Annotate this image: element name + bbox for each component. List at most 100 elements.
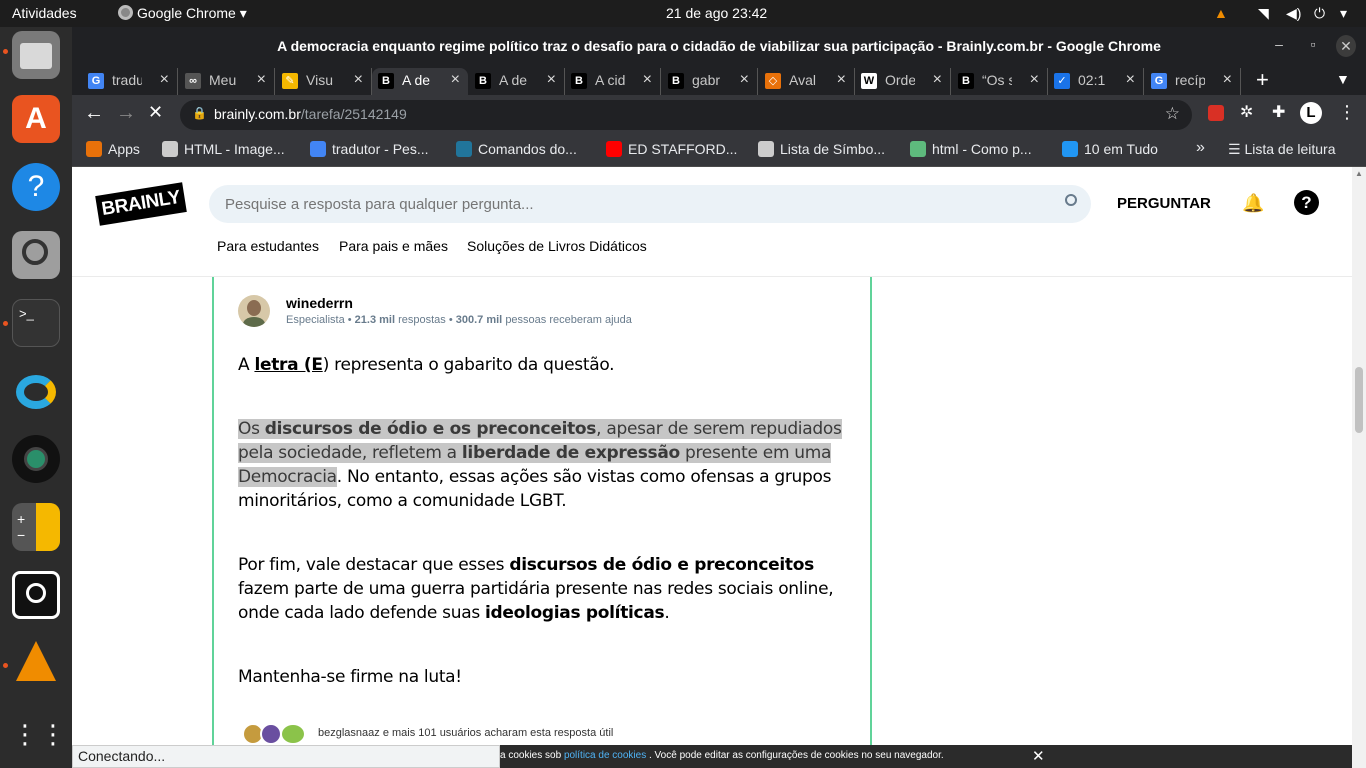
files-icon[interactable] <box>12 31 60 79</box>
power-icon[interactable]: ⏻ <box>1314 5 1325 22</box>
minimize-button[interactable]: – <box>1269 36 1289 52</box>
bookmark-item[interactable]: tradutor - Pes... <box>310 141 428 157</box>
helpful-count-text: bezglasnaaz e mais 101 usuários acharam … <box>318 727 614 739</box>
maximize-button[interactable]: ▫ <box>1303 36 1323 52</box>
nav-students[interactable]: Para estudantes <box>217 238 319 254</box>
tab[interactable]: Bgabr × <box>662 68 758 95</box>
tab[interactable]: ∞ Meu × <box>179 68 275 95</box>
answers-count: 21.3 mil <box>354 314 396 326</box>
page-scrollbar[interactable]: ▲ <box>1352 167 1366 768</box>
extension-gear-icon[interactable]: ✲ <box>1240 102 1253 122</box>
tab[interactable]: B A cid × <box>565 68 661 95</box>
tab[interactable]: B A de × <box>469 68 565 95</box>
bookmark-star-icon[interactable]: ☆ <box>1165 104 1180 124</box>
cookie-policy-link[interactable]: política de cookies <box>564 750 646 761</box>
tab-close-icon[interactable]: × <box>257 71 266 89</box>
help-circle-icon[interactable]: ? <box>1294 190 1319 215</box>
bookmark-item[interactable]: HTML - Image... <box>162 141 285 157</box>
new-tab-button[interactable]: + <box>1256 67 1269 93</box>
notification-bell-icon[interactable]: 🔔 <box>1242 193 1264 214</box>
extensions-puzzle-icon[interactable]: ✚ <box>1272 102 1285 122</box>
ask-question-button[interactable]: PERGUNTAR <box>1117 195 1211 212</box>
bookmark-item[interactable]: ED STAFFORD... <box>606 141 737 157</box>
activities-button[interactable]: Atividades <box>12 5 77 21</box>
search-input[interactable] <box>225 193 1045 215</box>
bookmark-label: 10 em Tudo <box>1084 141 1158 157</box>
user-avatar <box>280 723 306 745</box>
tab[interactable]: ◇ Aval × <box>759 68 855 95</box>
network-icon[interactable]: ◥ <box>1258 5 1269 22</box>
tab-close-icon[interactable]: × <box>933 71 942 89</box>
nav-textbook-solutions[interactable]: Soluções de Livros Didáticos <box>467 238 647 254</box>
tab-close-icon[interactable]: × <box>160 71 169 89</box>
calculator-icon[interactable]: + − <box>12 503 60 551</box>
tab[interactable]: ✓ 02:1 × <box>1048 68 1144 95</box>
webcam-app-icon[interactable] <box>12 435 60 483</box>
colorful-app-icon[interactable] <box>12 367 60 415</box>
tab-close-icon[interactable]: × <box>1223 71 1232 89</box>
bookmark-item[interactable]: 10 em Tudo <box>1062 141 1158 157</box>
tab[interactable]: ✎ Visu × <box>276 68 372 95</box>
author-avatar[interactable] <box>238 295 270 327</box>
tab[interactable]: Gtradu × <box>82 68 178 95</box>
tab-title: Aval <box>789 72 816 88</box>
tab-close-icon[interactable]: × <box>354 71 363 89</box>
app-menu[interactable]: Google Chrome ▾ <box>118 5 247 22</box>
extension-shield-icon[interactable] <box>1208 105 1224 121</box>
more-bookmarks-chevron-icon[interactable]: » <box>1196 139 1205 157</box>
stop-loading-button[interactable]: ✕ <box>148 102 163 123</box>
brainly-logo[interactable]: BRAINLY <box>95 182 187 226</box>
reading-list-button[interactable]: ☰ Lista de leitura <box>1228 141 1336 158</box>
system-menu-caret-icon[interactable]: ▾ <box>1340 5 1347 22</box>
tab-favicon-icon: G <box>88 73 104 89</box>
scroll-up-arrow-icon[interactable]: ▲ <box>1355 169 1363 178</box>
tab-close-icon[interactable]: × <box>1030 71 1039 89</box>
tab-favicon-icon: ∞ <box>185 73 201 89</box>
bookmark-item[interactable]: Lista de Símbo... <box>758 141 885 157</box>
vlc-tray-icon[interactable]: ▲ <box>1214 5 1228 21</box>
tab[interactable]: Grecíp × <box>1145 68 1241 95</box>
tab-strip: Gtradu × ∞ Meu × ✎ Visu × B A de × B A de × B A cid × Bga… <box>72 65 1366 95</box>
author-name[interactable]: winederrn <box>286 295 353 311</box>
volume-icon[interactable]: ◀) <box>1286 5 1301 22</box>
chrome-menu-icon[interactable]: ⋮ <box>1338 102 1356 123</box>
bookmark-favicon-icon <box>162 141 178 157</box>
cookie-text: a cookies sob política de cookies . Você… <box>500 750 944 761</box>
address-bar[interactable]: 🔒 brainly.com.br/tarefa/25142149 ☆ <box>180 100 1192 130</box>
search-bar[interactable] <box>209 185 1091 223</box>
clock[interactable]: 21 de ago 23:42 <box>666 5 767 21</box>
terminal-icon[interactable]: >_ <box>12 299 60 347</box>
close-cookie-banner-icon[interactable]: ✕ <box>1032 747 1045 765</box>
bookmark-label: HTML - Image... <box>184 141 285 157</box>
bookmark-item[interactable]: Comandos do... <box>456 141 577 157</box>
tab-search-icon[interactable]: ▼ <box>1336 71 1350 87</box>
software-store-icon[interactable]: A <box>12 95 60 143</box>
tab-active[interactable]: B A de × <box>372 68 468 95</box>
answer-letter-link[interactable]: letra (E <box>254 355 323 375</box>
close-window-button[interactable]: ✕ <box>1336 35 1356 57</box>
tab-close-icon[interactable]: × <box>740 71 749 89</box>
vlc-icon[interactable] <box>12 639 60 687</box>
search-icon[interactable] <box>1065 194 1077 206</box>
tab[interactable]: W Orde × <box>855 68 951 95</box>
scrollbar-thumb[interactable] <box>1355 367 1363 433</box>
tab-close-icon[interactable]: × <box>1126 71 1135 89</box>
show-applications-icon[interactable]: ⋮⋮⋮ <box>12 713 94 761</box>
bookmark-item[interactable]: Apps <box>86 141 140 157</box>
forward-button[interactable]: → <box>116 102 136 125</box>
lock-icon[interactable]: 🔒 <box>192 106 207 120</box>
tab-close-icon[interactable]: × <box>837 71 846 89</box>
tab[interactable]: B “Os s × <box>952 68 1048 95</box>
tab-close-icon[interactable]: × <box>643 71 652 89</box>
tab-favicon-icon: B <box>475 73 491 89</box>
profile-avatar[interactable]: L <box>1300 102 1322 124</box>
tab-close-icon[interactable]: × <box>451 71 460 89</box>
helpful-avatars[interactable] <box>242 723 312 747</box>
image-viewer-icon[interactable] <box>12 231 60 279</box>
tab-close-icon[interactable]: × <box>547 71 556 89</box>
bookmark-item[interactable]: html - Como p... <box>910 141 1032 157</box>
back-button[interactable]: ← <box>84 102 104 125</box>
nav-parents[interactable]: Para pais e mães <box>339 238 448 254</box>
help-icon[interactable]: ? <box>12 163 60 211</box>
screenshot-icon[interactable] <box>12 571 60 619</box>
